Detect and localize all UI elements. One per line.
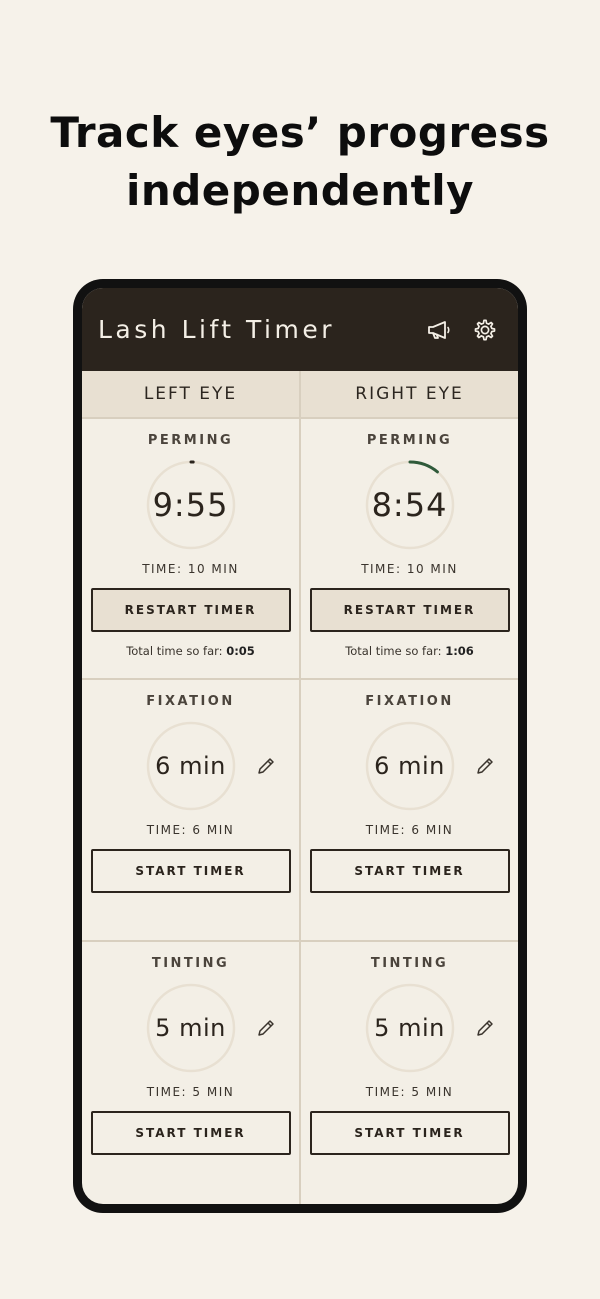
timer-display: 6 min [155, 752, 226, 781]
timer-display: 5 min [155, 1014, 226, 1043]
timer-dial: 8:54 [365, 460, 455, 550]
right-eye-header: RIGHT EYE [301, 371, 518, 419]
step-title: PERMING [366, 432, 453, 448]
timer-display: 5 min [374, 1014, 445, 1043]
timer-dial: 6 min [146, 721, 236, 811]
headline-line-1: Track eyes’ progress [50, 108, 550, 157]
pencil-icon[interactable] [474, 1017, 496, 1039]
timer-dial: 9:55 [146, 460, 236, 550]
right-fixation-step: FIXATION 6 min TIME: 6 MIN START TIMER [301, 680, 518, 943]
step-title: FIXATION [365, 694, 454, 710]
start-timer-button[interactable]: START TIMER [90, 1111, 291, 1156]
gear-icon[interactable] [470, 315, 500, 345]
total-time-label: Total time so far: [126, 643, 223, 658]
timer-display: 9:55 [152, 485, 229, 524]
step-duration: TIME: 10 MIN [361, 561, 458, 576]
headline-line-2: independently [125, 166, 475, 215]
eye-columns: LEFT EYE PERMING 9:55 TIME: 10 MIN RESTA… [82, 371, 518, 1204]
right-perming-step: PERMING 8:54 TIME: 10 MIN RESTART TIMER [301, 419, 518, 681]
timer-dial: 5 min [365, 983, 455, 1073]
app-bar: Lash Lift Timer [82, 288, 518, 371]
pencil-icon[interactable] [474, 755, 496, 777]
step-duration: TIME: 5 MIN [146, 1085, 235, 1100]
restart-timer-button[interactable]: RESTART TIMER [90, 587, 291, 632]
total-time: Total time so far: 0:05 [126, 644, 255, 658]
phone-frame: Lash Lift Timer LEFT EYE PERMING 9:55 TI… [73, 279, 527, 1213]
right-eye-column: RIGHT EYE PERMING 8:54 TIME: 10 MIN REST… [299, 371, 518, 1204]
right-tinting-step: TINTING 5 min TIME: 5 MIN START TIMER [301, 942, 518, 1204]
left-eye-header: LEFT EYE [82, 371, 299, 419]
step-title: PERMING [147, 432, 234, 448]
total-time-value: 1:06 [445, 643, 474, 658]
left-fixation-step: FIXATION 6 min TIME: 6 MIN START TIMER [82, 680, 299, 943]
step-title: TINTING [370, 956, 449, 972]
left-eye-column: LEFT EYE PERMING 9:55 TIME: 10 MIN RESTA… [82, 371, 299, 1204]
step-title: FIXATION [146, 694, 235, 710]
timer-dial: 6 min [365, 721, 455, 811]
headline: Track eyes’ progress independently [0, 104, 600, 220]
start-timer-button[interactable]: START TIMER [90, 849, 291, 894]
step-duration: TIME: 5 MIN [365, 1085, 454, 1100]
pencil-icon[interactable] [255, 755, 277, 777]
step-duration: TIME: 6 MIN [365, 823, 454, 838]
timer-display: 8:54 [371, 485, 448, 524]
timer-dial: 5 min [146, 983, 236, 1073]
total-time-label: Total time so far: [345, 643, 442, 658]
timer-display: 6 min [374, 752, 445, 781]
restart-timer-button[interactable]: RESTART TIMER [309, 587, 510, 632]
total-time: Total time so far: 1:06 [345, 644, 474, 658]
step-title: TINTING [151, 956, 230, 972]
start-timer-button[interactable]: START TIMER [309, 849, 510, 894]
app-title: Lash Lift Timer [98, 315, 336, 344]
step-duration: TIME: 10 MIN [142, 561, 239, 576]
megaphone-icon[interactable] [424, 315, 454, 345]
pencil-icon[interactable] [255, 1017, 277, 1039]
start-timer-button[interactable]: START TIMER [309, 1111, 510, 1156]
left-tinting-step: TINTING 5 min TIME: 5 MIN START TIMER [82, 942, 299, 1204]
total-time-value: 0:05 [226, 643, 255, 658]
step-duration: TIME: 6 MIN [146, 823, 235, 838]
app-screen: Lash Lift Timer LEFT EYE PERMING 9:55 TI… [82, 288, 518, 1204]
left-perming-step: PERMING 9:55 TIME: 10 MIN RESTART TIMER [82, 419, 299, 681]
